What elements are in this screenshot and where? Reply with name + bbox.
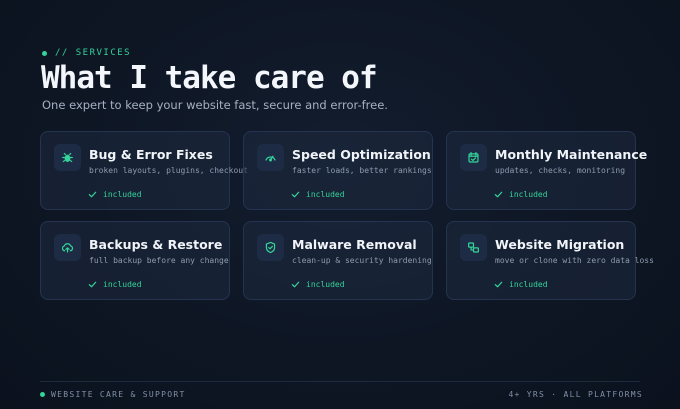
footer-brand: WEBSITE CARE & SUPPORT bbox=[40, 390, 186, 399]
service-card-bug-fixes[interactable]: Bug & Error Fixes broken layouts, plugin… bbox=[40, 131, 248, 210]
calendar-check-icon bbox=[460, 144, 487, 171]
service-title: Monthly Maintenance bbox=[495, 147, 648, 162]
service-title: Malware Removal bbox=[292, 237, 417, 252]
status-label: included bbox=[306, 280, 345, 289]
service-description: broken layouts, plugins, checkout bbox=[89, 166, 248, 175]
service-description: full backup before any change bbox=[89, 256, 229, 265]
check-icon bbox=[88, 190, 97, 199]
service-description: updates, checks, monitoring bbox=[495, 166, 626, 175]
eyebrow-label: // SERVICES bbox=[55, 48, 132, 58]
status-badge: included bbox=[88, 190, 142, 199]
check-icon bbox=[88, 280, 97, 289]
status-label: included bbox=[306, 190, 345, 199]
service-card-website-migration[interactable]: Website Migration move or clone with zer… bbox=[446, 221, 654, 300]
migration-icon bbox=[460, 234, 487, 261]
check-icon bbox=[494, 280, 503, 289]
section-eyebrow: // SERVICES bbox=[42, 48, 131, 58]
check-icon bbox=[291, 280, 300, 289]
speedometer-icon bbox=[257, 144, 284, 171]
bug-icon bbox=[54, 144, 81, 171]
footer-divider bbox=[40, 381, 640, 382]
services-grid: Bug & Error Fixes broken layouts, plugin… bbox=[40, 131, 654, 300]
service-title: Backups & Restore bbox=[89, 237, 223, 252]
status-badge: included bbox=[494, 280, 548, 289]
status-badge: included bbox=[494, 190, 548, 199]
service-card-backups-restore[interactable]: Backups & Restore full backup before any… bbox=[40, 221, 230, 300]
cloud-upload-icon bbox=[54, 234, 81, 261]
status-badge: included bbox=[88, 280, 142, 289]
service-title: Speed Optimization bbox=[292, 147, 431, 162]
footer-meta: 4+ YRS · ALL PLATFORMS bbox=[508, 390, 643, 399]
service-title: Bug & Error Fixes bbox=[89, 147, 213, 162]
service-card-monthly-maintenance[interactable]: Monthly Maintenance updates, checks, mon… bbox=[446, 131, 647, 210]
status-label: included bbox=[509, 190, 548, 199]
service-title: Website Migration bbox=[495, 237, 625, 252]
status-badge: included bbox=[291, 190, 345, 199]
accent-dot bbox=[42, 50, 47, 56]
status-label: included bbox=[103, 190, 142, 199]
shield-check-icon bbox=[257, 234, 284, 261]
check-icon bbox=[494, 190, 503, 199]
page-subtitle: One expert to keep your website fast, se… bbox=[42, 98, 388, 112]
service-description: clean-up & security hardening bbox=[292, 256, 432, 265]
service-description: move or clone with zero data loss bbox=[495, 256, 654, 265]
page-title: What I take care of bbox=[41, 60, 378, 96]
service-description: faster loads, better rankings bbox=[292, 166, 432, 175]
service-card-speed-optimization[interactable]: Speed Optimization faster loads, better … bbox=[243, 131, 433, 210]
status-label: included bbox=[509, 280, 548, 289]
status-badge: included bbox=[291, 280, 345, 289]
footer-left-label: WEBSITE CARE & SUPPORT bbox=[51, 390, 186, 399]
accent-dot bbox=[40, 392, 45, 397]
check-icon bbox=[291, 190, 300, 199]
service-card-malware-removal[interactable]: Malware Removal clean-up & security hard… bbox=[243, 221, 433, 300]
status-label: included bbox=[103, 280, 142, 289]
